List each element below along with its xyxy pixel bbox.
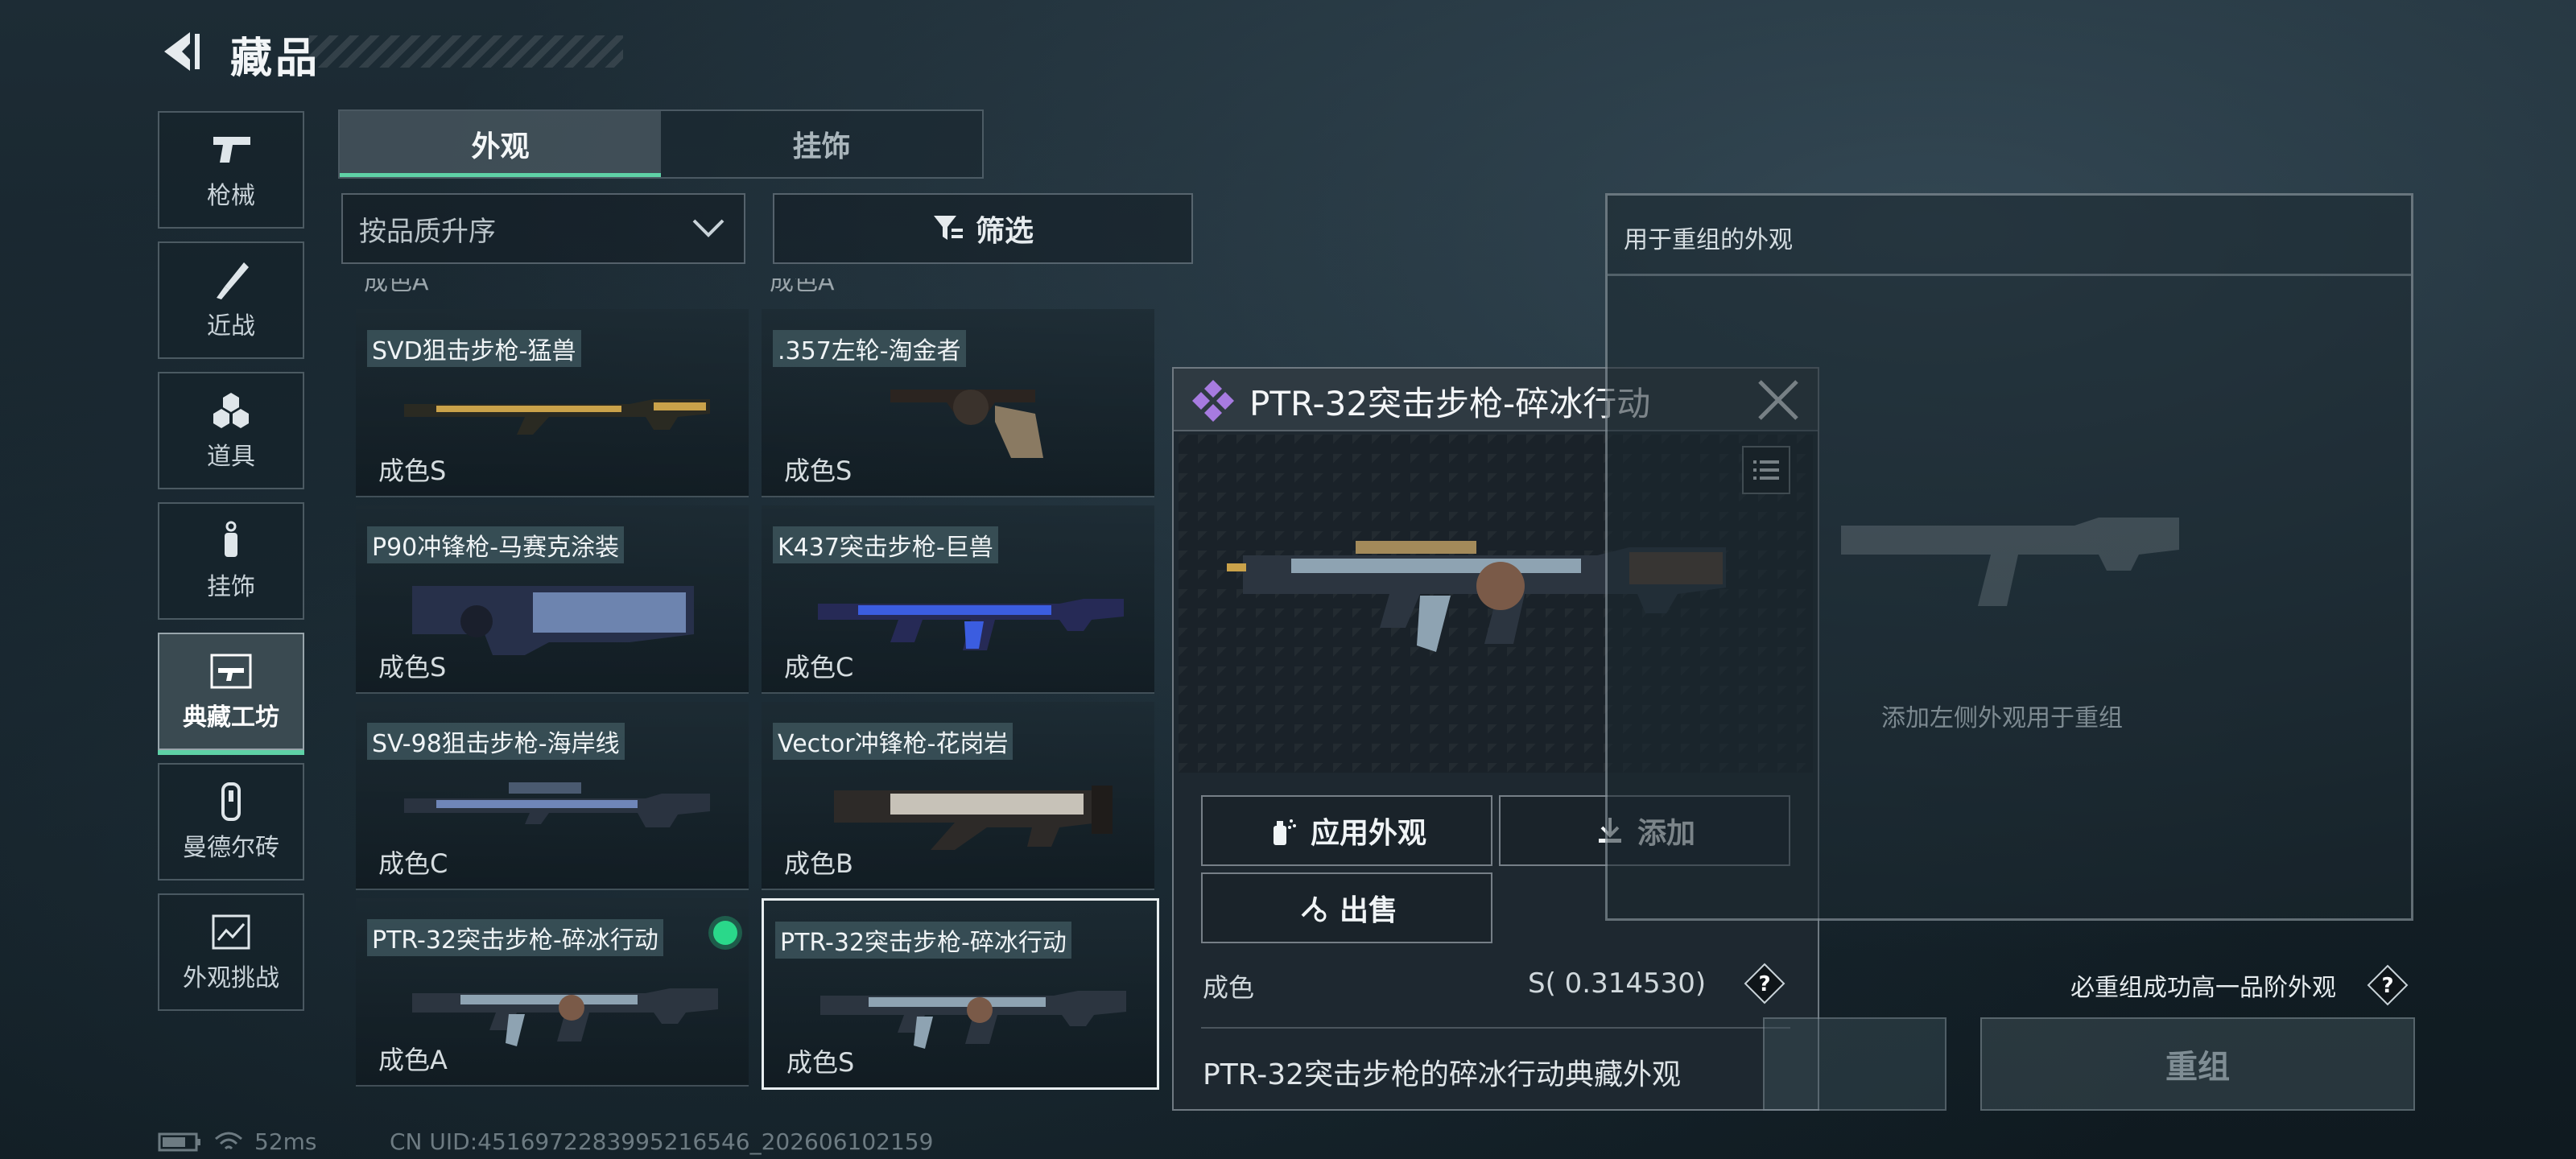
skin-condition: 成色C — [784, 652, 854, 683]
owned-indicator — [713, 921, 737, 945]
secondary-action-button[interactable] — [1763, 1017, 1946, 1111]
title-decoration — [309, 35, 623, 68]
nav-item-mandel-brick[interactable]: 曼德尔砖 — [158, 763, 304, 881]
reorganize-button[interactable]: 重组 — [1980, 1017, 2415, 1111]
sell-icon — [1301, 896, 1327, 922]
rarity-diamond-icon — [1192, 380, 1234, 422]
nav-item-charms[interactable]: 挂饰 — [158, 502, 304, 620]
skin-condition: 成色B — [784, 848, 853, 879]
nav-item-skin-challenge[interactable]: 外观挑战 — [158, 893, 304, 1011]
skin-card[interactable]: Vector冲锋枪-花岗岩 成色B — [762, 702, 1154, 890]
spray-icon — [1273, 819, 1296, 845]
clipped-condition-label: 成色A — [364, 278, 429, 296]
skin-condition: 成色A — [378, 1045, 448, 1075]
challenge-icon — [212, 914, 250, 950]
chevron-down-icon — [692, 219, 724, 237]
skin-condition: 成色S — [786, 1047, 855, 1078]
nav-item-items[interactable]: 道具 — [158, 372, 304, 489]
skin-card-selected[interactable]: PTR-32突击步枪-碎冰行动 成色S — [762, 898, 1159, 1090]
smg-image — [412, 586, 694, 655]
nav-item-guns[interactable]: 枪械 — [158, 111, 304, 229]
help-icon[interactable]: ? — [1744, 963, 1785, 1004]
tab-appearance[interactable]: 外观 — [340, 111, 661, 177]
assault-rifle-image — [818, 599, 1124, 650]
skin-condition: 成色S — [378, 652, 447, 683]
sell-label: 出售 — [1339, 894, 1397, 927]
tab-charms[interactable]: 挂饰 — [661, 111, 982, 177]
smg-image — [834, 786, 1113, 850]
nav-label: 枪械 — [207, 182, 255, 210]
popup-title: PTR-32突击步枪-碎冰行动 — [1249, 384, 1651, 423]
rifle-image — [404, 399, 710, 435]
battery-icon — [158, 1132, 200, 1151]
placeholder-rifle-icon — [1841, 518, 2179, 606]
skin-card[interactable]: PTR-32突击步枪-碎冰行动 成色A — [356, 898, 749, 1087]
reorganize-panel-title: 用于重组的外观 — [1624, 226, 1793, 254]
apply-skin-button[interactable]: 应用外观 — [1201, 795, 1492, 866]
condition-label: 成色 — [1203, 972, 1255, 1003]
charm-icon — [225, 521, 237, 557]
nav-item-workshop[interactable]: 典藏工坊 — [158, 633, 304, 755]
nav-label: 近战 — [207, 312, 255, 340]
nav-label: 曼德尔砖 — [183, 834, 279, 862]
skin-card[interactable]: SVD狙击步枪-猛兽 成色S — [356, 309, 749, 497]
skin-card[interactable]: P90冲锋枪-马赛克涂装 成色S — [356, 505, 749, 694]
skin-condition: 成色S — [784, 456, 852, 486]
wifi-icon — [215, 1132, 242, 1149]
nav-label: 道具 — [207, 443, 255, 471]
sort-dropdown[interactable]: 按品质升序 — [341, 193, 745, 264]
nav-label: 外观挑战 — [183, 964, 279, 992]
skin-description: PTR-32突击步枪的碎冰行动典藏外观 — [1203, 1058, 1682, 1091]
sniper-rifle-image — [404, 782, 710, 827]
grenade-icon — [213, 393, 249, 428]
skin-condition: 成色S — [378, 456, 447, 486]
filter-button[interactable]: 筛选 — [773, 193, 1193, 264]
skin-grid: 成色A 成色A SVD狙击步枪-猛兽 成色S .357左轮-淘金者 成色S P9… — [341, 278, 1193, 1107]
reorganize-panel: 用于重组的外观 添加左侧外观用于重组 — [1605, 193, 2413, 921]
apply-label: 应用外观 — [1310, 817, 1426, 850]
user-uid: CN UID:4516972283995216546_202606102159 — [390, 1128, 934, 1155]
nav-label: 典藏工坊 — [183, 703, 279, 732]
skin-card[interactable]: .357左轮-淘金者 成色S — [762, 309, 1154, 497]
skin-condition: 成色C — [378, 848, 448, 879]
back-arrow-icon[interactable] — [158, 27, 206, 76]
skin-card[interactable]: SV-98狙击步枪-海岸线 成色C — [356, 702, 749, 890]
filter-label: 筛选 — [975, 215, 1034, 248]
nav-label: 挂饰 — [207, 573, 255, 601]
reorganize-requirement: 必重组成功高一品阶外观 — [2070, 974, 2336, 1002]
brick-icon — [221, 782, 241, 821]
category-tabs: 外观 挂饰 — [338, 109, 984, 179]
clipped-condition-label: 成色A — [770, 278, 835, 296]
divider — [1201, 1027, 1790, 1029]
reorganize-hint: 添加左侧外观用于重组 — [1881, 704, 2123, 732]
sell-button[interactable]: 出售 — [1201, 872, 1492, 943]
revolver-image — [890, 390, 1043, 458]
filter-icon — [933, 216, 963, 240]
pistol-icon — [213, 137, 250, 163]
condition-value: S( 0.314530) — [1528, 967, 1707, 1000]
sort-label: 按品质升序 — [359, 215, 496, 248]
ping-text: 52ms — [254, 1128, 317, 1155]
help-icon[interactable]: ? — [2367, 964, 2409, 1006]
page-title: 藏品 — [230, 35, 321, 83]
reorganize-panel-header: 用于重组的外观 — [1608, 196, 2411, 276]
help-glyph: ? — [1758, 972, 1770, 996]
skin-card[interactable]: K437突击步枪-巨兽 成色C — [762, 505, 1154, 694]
help-glyph: ? — [2381, 974, 2393, 998]
status-bar: 52ms — [158, 1128, 317, 1155]
nav-item-melee[interactable]: 近战 — [158, 241, 304, 359]
workshop-icon — [210, 654, 252, 689]
assault-rifle-image — [820, 991, 1126, 1049]
knife-icon — [217, 262, 249, 299]
assault-rifle-image — [412, 988, 718, 1046]
